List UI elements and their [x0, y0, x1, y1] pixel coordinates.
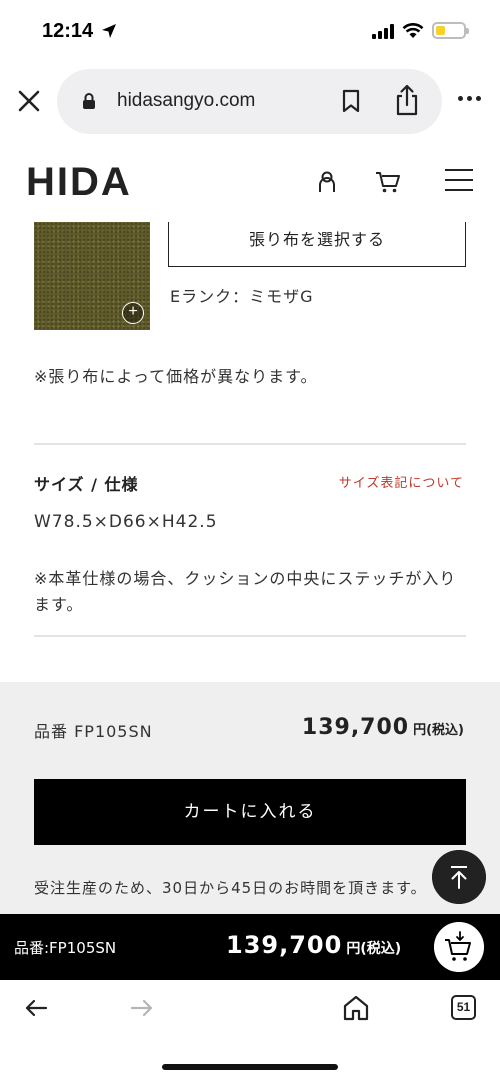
product-dimensions: W78.5×D66×H42.5	[34, 512, 218, 532]
sticky-price-value: 139,700	[226, 931, 343, 959]
location-arrow-icon	[102, 24, 116, 38]
wifi-icon	[402, 22, 424, 38]
close-icon[interactable]	[14, 86, 44, 116]
status-indicators	[372, 22, 469, 39]
sticky-purchase-bar: 品番:FP105SN 139,700 円(税込)	[0, 914, 500, 980]
site-header: HIDA	[0, 150, 500, 216]
address-field[interactable]: hidasangyo.com	[57, 69, 442, 134]
lock-icon	[83, 93, 95, 109]
status-bar: 12:14	[0, 0, 500, 66]
back-arrow-icon[interactable]	[24, 998, 48, 1018]
site-logo[interactable]: HIDA	[26, 160, 132, 205]
more-options-icon[interactable]	[458, 96, 481, 101]
sticky-price-unit: 円(税込)	[346, 941, 402, 957]
size-spec-heading: サイズ / 仕様	[34, 475, 139, 494]
price-unit: 円(税込)	[413, 723, 464, 738]
hamburger-menu-icon[interactable]	[445, 169, 473, 199]
bookmark-icon[interactable]	[341, 89, 361, 114]
price-value: 139,700	[301, 715, 410, 740]
browser-toolbar: 51	[0, 980, 500, 1080]
sticky-product-code: 品番:FP105SN	[14, 939, 117, 957]
select-fabric-button[interactable]: 張り布を選択する	[168, 222, 466, 267]
product-code: 品番 FP105SN	[34, 722, 153, 741]
status-time: 12:14	[42, 20, 94, 42]
forward-arrow-icon[interactable]	[130, 998, 154, 1018]
home-icon[interactable]	[342, 994, 370, 1022]
url-text: hidasangyo.com	[117, 90, 256, 111]
size-notation-link[interactable]: サイズ表記について	[339, 472, 464, 491]
fabric-swatch-image[interactable]: +	[34, 222, 150, 330]
lead-time-note: 受注生産のため、30日から45日のお時間を頂きます。	[34, 879, 427, 897]
sticky-price-display: 139,700 円(税込)	[226, 931, 401, 959]
home-indicator	[162, 1064, 338, 1070]
price-display: 139,700 円(税込)	[302, 715, 464, 740]
section-divider	[34, 635, 466, 637]
scroll-to-top-icon[interactable]	[432, 850, 486, 904]
tabs-count-button[interactable]: 51	[451, 995, 476, 1020]
fabric-price-note: ※張り布によって価格が異なります。	[34, 367, 318, 386]
cart-icon[interactable]	[374, 170, 402, 194]
leather-stitch-note: ※本革仕様の場合、クッションの中央にステッチが入ります。	[34, 569, 457, 614]
selected-fabric-name: Eランク：ミモザG	[170, 287, 314, 306]
battery-icon	[432, 22, 469, 39]
purchase-panel: 品番 FP105SN 139,700 円(税込) カートに入れる 受注生産のため…	[0, 682, 500, 922]
add-to-cart-icon[interactable]	[434, 922, 484, 972]
user-icon[interactable]	[316, 170, 338, 194]
zoom-plus-icon[interactable]: +	[122, 302, 144, 324]
browser-url-bar: hidasangyo.com	[0, 66, 500, 138]
section-divider	[34, 443, 466, 445]
share-icon[interactable]	[393, 83, 421, 117]
cellular-signal-icon	[372, 23, 394, 39]
add-to-cart-button[interactable]: カートに入れる	[34, 779, 466, 845]
